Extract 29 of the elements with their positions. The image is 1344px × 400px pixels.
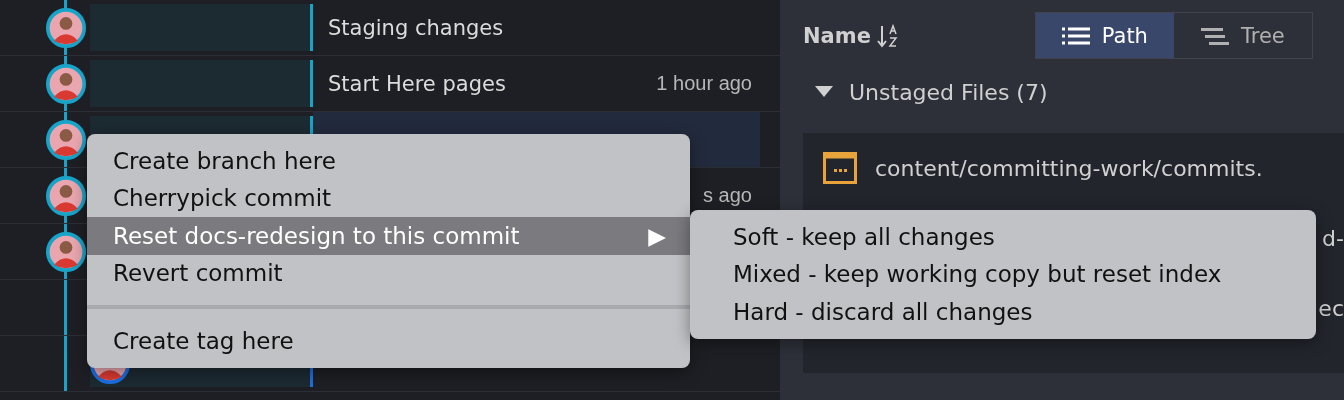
menu-item[interactable]: Revert commit <box>87 254 690 292</box>
menu-item[interactable]: Soft - keep all changes <box>690 218 1316 256</box>
file-path[interactable]: content/committing-work/commits. <box>875 155 1263 181</box>
view-toggle-button[interactable]: Tree <box>1173 13 1312 58</box>
file-icon <box>823 152 857 184</box>
menu-item[interactable]: Cherrypick commit <box>87 179 690 217</box>
avatar-icon <box>46 8 86 48</box>
commit-message: Start Here pages <box>328 71 506 96</box>
list-icon <box>1061 26 1090 45</box>
commit-time: 1 hour ago <box>656 72 752 95</box>
tree-icon <box>1201 26 1229 45</box>
menu-item[interactable]: Create branch here <box>87 142 690 180</box>
file-path[interactable]: ec <box>1318 295 1344 321</box>
commit-row[interactable]: Staging changes <box>313 0 760 55</box>
avatar-icon <box>46 120 86 160</box>
sort-label[interactable]: Name <box>803 23 871 48</box>
menu-item[interactable]: Create tag here <box>87 322 690 360</box>
avatar-icon <box>46 232 86 272</box>
avatar-icon <box>46 64 86 104</box>
commit-message: Staging changes <box>328 15 504 40</box>
commit-row[interactable]: Start Here pages 1 hour ago <box>313 56 760 111</box>
expand-icon[interactable] <box>815 86 833 98</box>
section-title: Unstaged Files (7) <box>849 79 1048 105</box>
view-toggle-button[interactable]: Path <box>1035 13 1174 58</box>
file-path[interactable]: d- <box>1322 225 1344 251</box>
menu-item[interactable]: Reset docs-redesign to this commit ▶ <box>87 217 690 255</box>
avatar-icon <box>46 176 86 216</box>
menu-item[interactable]: Mixed - keep working copy but reset index <box>690 255 1316 293</box>
menu-item[interactable]: Hard - discard all changes <box>690 293 1316 331</box>
